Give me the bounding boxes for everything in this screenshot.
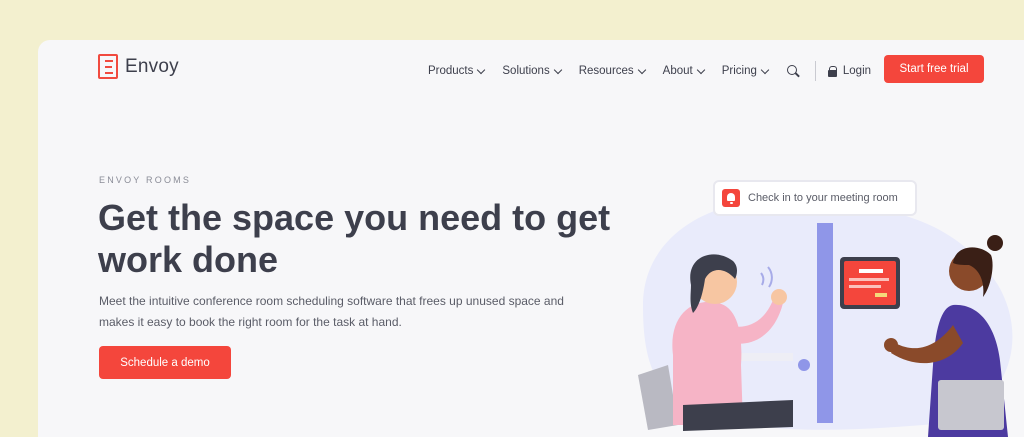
main-nav: Products Solutions Resources About Prici… <box>428 61 871 81</box>
brand-name: Envoy <box>125 55 179 77</box>
search-icon[interactable] <box>786 64 800 78</box>
tablet-line <box>849 278 889 281</box>
tablet-line <box>849 285 881 288</box>
hero-description: Meet the intuitive conference room sched… <box>99 294 564 329</box>
nav-item-label: Products <box>428 65 474 77</box>
nav-item-pricing[interactable]: Pricing <box>721 65 770 77</box>
nav-item-label: Solutions <box>502 65 550 77</box>
nav-item-about[interactable]: About <box>662 65 705 77</box>
tablet-screen <box>844 261 896 305</box>
nav-item-label: Resources <box>578 65 634 77</box>
bell-icon <box>722 189 740 207</box>
chevron-down-icon <box>760 65 770 74</box>
nav-item-label: Pricing <box>721 65 757 77</box>
tablet-line <box>859 269 883 273</box>
checkin-text: Check in to your meeting room <box>748 192 898 204</box>
nav-item-resources[interactable]: Resources <box>578 65 646 77</box>
login-label: Login <box>842 65 872 77</box>
chevron-down-icon <box>696 65 705 74</box>
nav-item-solutions[interactable]: Solutions <box>502 65 562 77</box>
nav-item-products[interactable]: Products <box>428 65 486 77</box>
envoy-logo-icon <box>98 54 118 79</box>
laptop-shape <box>938 380 1004 430</box>
page-card: Envoy Products Solutions Resources About… <box>38 40 1024 437</box>
person-right-hand <box>884 338 898 352</box>
envoy-logo[interactable]: Envoy <box>98 54 179 79</box>
nav-divider <box>814 61 816 81</box>
chevron-down-icon <box>637 65 646 74</box>
page-title: Get the space you need to get work done <box>98 197 611 280</box>
person-right-hair-bun <box>987 235 1003 251</box>
person-left-hand <box>771 289 787 305</box>
person-left-legs <box>683 400 793 431</box>
chevron-down-icon <box>553 65 562 74</box>
door-frame <box>817 223 833 423</box>
schedule-demo-button[interactable]: Schedule a demo <box>99 346 231 379</box>
door-knob <box>798 359 810 371</box>
nav-item-label: About <box>662 65 693 77</box>
chevron-down-icon <box>477 65 486 74</box>
tablet-highlight <box>875 293 887 297</box>
eyebrow-label: ENVOY ROOMS <box>99 175 192 185</box>
checkin-notification: Check in to your meeting room <box>713 180 917 216</box>
desk-shape <box>733 353 793 361</box>
lock-icon <box>827 65 838 77</box>
login-link[interactable]: Login <box>827 65 872 77</box>
start-free-trial-button[interactable]: Start free trial <box>884 55 984 83</box>
